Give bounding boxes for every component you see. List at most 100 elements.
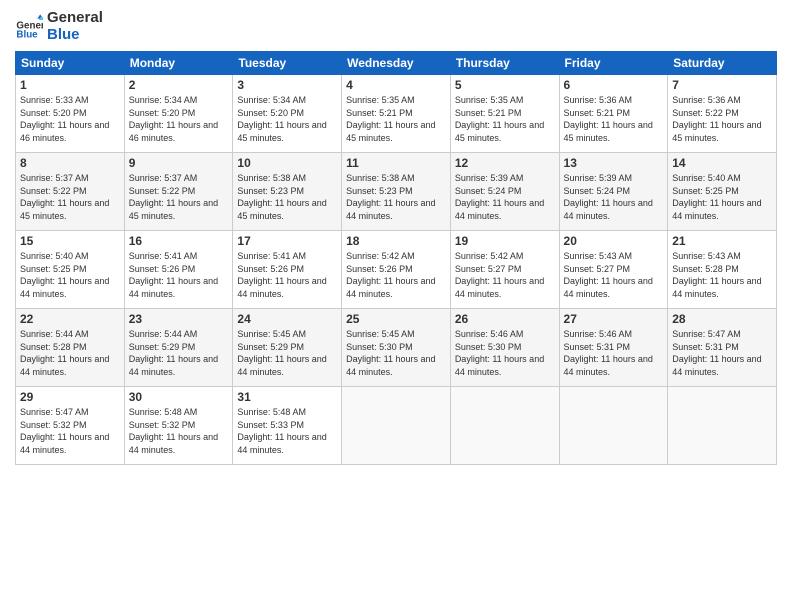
cell-content: Sunrise: 5:41 AMSunset: 5:26 PMDaylight:… xyxy=(237,250,337,300)
calendar-cell: 25 Sunrise: 5:45 AMSunset: 5:30 PMDaylig… xyxy=(342,309,451,387)
calendar-cell: 8 Sunrise: 5:37 AMSunset: 5:22 PMDayligh… xyxy=(16,153,125,231)
day-header-saturday: Saturday xyxy=(668,52,777,75)
cell-content: Sunrise: 5:44 AMSunset: 5:28 PMDaylight:… xyxy=(20,328,120,378)
cell-content: Sunrise: 5:47 AMSunset: 5:32 PMDaylight:… xyxy=(20,406,120,456)
calendar-cell: 2 Sunrise: 5:34 AMSunset: 5:20 PMDayligh… xyxy=(124,75,233,153)
calendar-cell: 29 Sunrise: 5:47 AMSunset: 5:32 PMDaylig… xyxy=(16,387,125,465)
calendar-cell: 15 Sunrise: 5:40 AMSunset: 5:25 PMDaylig… xyxy=(16,231,125,309)
calendar-cell: 24 Sunrise: 5:45 AMSunset: 5:29 PMDaylig… xyxy=(233,309,342,387)
cell-content: Sunrise: 5:45 AMSunset: 5:29 PMDaylight:… xyxy=(237,328,337,378)
week-row-2: 8 Sunrise: 5:37 AMSunset: 5:22 PMDayligh… xyxy=(16,153,777,231)
logo-general: General xyxy=(47,10,103,27)
day-number: 5 xyxy=(455,78,555,92)
calendar-cell xyxy=(668,387,777,465)
day-number: 31 xyxy=(237,390,337,404)
header-row: SundayMondayTuesdayWednesdayThursdayFrid… xyxy=(16,52,777,75)
day-number: 24 xyxy=(237,312,337,326)
cell-content: Sunrise: 5:46 AMSunset: 5:30 PMDaylight:… xyxy=(455,328,555,378)
cell-content: Sunrise: 5:42 AMSunset: 5:26 PMDaylight:… xyxy=(346,250,446,300)
day-number: 21 xyxy=(672,234,772,248)
cell-content: Sunrise: 5:34 AMSunset: 5:20 PMDaylight:… xyxy=(237,94,337,144)
calendar-cell: 20 Sunrise: 5:43 AMSunset: 5:27 PMDaylig… xyxy=(559,231,668,309)
day-number: 28 xyxy=(672,312,772,326)
calendar-table: SundayMondayTuesdayWednesdayThursdayFrid… xyxy=(15,51,777,465)
calendar-cell: 14 Sunrise: 5:40 AMSunset: 5:25 PMDaylig… xyxy=(668,153,777,231)
day-number: 25 xyxy=(346,312,446,326)
logo-blue: Blue xyxy=(47,27,103,44)
day-header-friday: Friday xyxy=(559,52,668,75)
cell-content: Sunrise: 5:39 AMSunset: 5:24 PMDaylight:… xyxy=(455,172,555,222)
day-number: 2 xyxy=(129,78,229,92)
cell-content: Sunrise: 5:43 AMSunset: 5:28 PMDaylight:… xyxy=(672,250,772,300)
day-number: 20 xyxy=(564,234,664,248)
cell-content: Sunrise: 5:37 AMSunset: 5:22 PMDaylight:… xyxy=(129,172,229,222)
day-header-sunday: Sunday xyxy=(16,52,125,75)
cell-content: Sunrise: 5:39 AMSunset: 5:24 PMDaylight:… xyxy=(564,172,664,222)
cell-content: Sunrise: 5:42 AMSunset: 5:27 PMDaylight:… xyxy=(455,250,555,300)
calendar-cell xyxy=(450,387,559,465)
day-number: 19 xyxy=(455,234,555,248)
cell-content: Sunrise: 5:35 AMSunset: 5:21 PMDaylight:… xyxy=(455,94,555,144)
cell-content: Sunrise: 5:46 AMSunset: 5:31 PMDaylight:… xyxy=(564,328,664,378)
week-row-4: 22 Sunrise: 5:44 AMSunset: 5:28 PMDaylig… xyxy=(16,309,777,387)
day-number: 1 xyxy=(20,78,120,92)
day-number: 23 xyxy=(129,312,229,326)
day-number: 7 xyxy=(672,78,772,92)
calendar-cell: 17 Sunrise: 5:41 AMSunset: 5:26 PMDaylig… xyxy=(233,231,342,309)
day-header-tuesday: Tuesday xyxy=(233,52,342,75)
cell-content: Sunrise: 5:35 AMSunset: 5:21 PMDaylight:… xyxy=(346,94,446,144)
page: General Blue General Blue SundayMondayTu… xyxy=(0,0,792,612)
cell-content: Sunrise: 5:34 AMSunset: 5:20 PMDaylight:… xyxy=(129,94,229,144)
day-number: 6 xyxy=(564,78,664,92)
calendar-cell: 11 Sunrise: 5:38 AMSunset: 5:23 PMDaylig… xyxy=(342,153,451,231)
day-number: 9 xyxy=(129,156,229,170)
day-number: 18 xyxy=(346,234,446,248)
cell-content: Sunrise: 5:36 AMSunset: 5:21 PMDaylight:… xyxy=(564,94,664,144)
calendar-cell: 21 Sunrise: 5:43 AMSunset: 5:28 PMDaylig… xyxy=(668,231,777,309)
day-number: 15 xyxy=(20,234,120,248)
day-number: 14 xyxy=(672,156,772,170)
day-number: 8 xyxy=(20,156,120,170)
day-number: 30 xyxy=(129,390,229,404)
day-number: 10 xyxy=(237,156,337,170)
day-number: 16 xyxy=(129,234,229,248)
day-number: 17 xyxy=(237,234,337,248)
calendar-cell: 18 Sunrise: 5:42 AMSunset: 5:26 PMDaylig… xyxy=(342,231,451,309)
day-header-thursday: Thursday xyxy=(450,52,559,75)
cell-content: Sunrise: 5:47 AMSunset: 5:31 PMDaylight:… xyxy=(672,328,772,378)
day-number: 11 xyxy=(346,156,446,170)
calendar-cell: 22 Sunrise: 5:44 AMSunset: 5:28 PMDaylig… xyxy=(16,309,125,387)
calendar-cell: 6 Sunrise: 5:36 AMSunset: 5:21 PMDayligh… xyxy=(559,75,668,153)
cell-content: Sunrise: 5:44 AMSunset: 5:29 PMDaylight:… xyxy=(129,328,229,378)
calendar-cell: 19 Sunrise: 5:42 AMSunset: 5:27 PMDaylig… xyxy=(450,231,559,309)
calendar-cell: 4 Sunrise: 5:35 AMSunset: 5:21 PMDayligh… xyxy=(342,75,451,153)
day-number: 22 xyxy=(20,312,120,326)
svg-text:Blue: Blue xyxy=(16,29,38,40)
day-number: 12 xyxy=(455,156,555,170)
cell-content: Sunrise: 5:48 AMSunset: 5:33 PMDaylight:… xyxy=(237,406,337,456)
cell-content: Sunrise: 5:48 AMSunset: 5:32 PMDaylight:… xyxy=(129,406,229,456)
logo: General Blue General Blue xyxy=(15,10,103,43)
calendar-cell: 23 Sunrise: 5:44 AMSunset: 5:29 PMDaylig… xyxy=(124,309,233,387)
cell-content: Sunrise: 5:40 AMSunset: 5:25 PMDaylight:… xyxy=(672,172,772,222)
cell-content: Sunrise: 5:40 AMSunset: 5:25 PMDaylight:… xyxy=(20,250,120,300)
cell-content: Sunrise: 5:38 AMSunset: 5:23 PMDaylight:… xyxy=(346,172,446,222)
day-number: 13 xyxy=(564,156,664,170)
cell-content: Sunrise: 5:43 AMSunset: 5:27 PMDaylight:… xyxy=(564,250,664,300)
day-number: 29 xyxy=(20,390,120,404)
day-number: 27 xyxy=(564,312,664,326)
calendar-cell: 9 Sunrise: 5:37 AMSunset: 5:22 PMDayligh… xyxy=(124,153,233,231)
calendar-cell: 10 Sunrise: 5:38 AMSunset: 5:23 PMDaylig… xyxy=(233,153,342,231)
cell-content: Sunrise: 5:41 AMSunset: 5:26 PMDaylight:… xyxy=(129,250,229,300)
calendar-cell: 26 Sunrise: 5:46 AMSunset: 5:30 PMDaylig… xyxy=(450,309,559,387)
cell-content: Sunrise: 5:36 AMSunset: 5:22 PMDaylight:… xyxy=(672,94,772,144)
calendar-cell: 31 Sunrise: 5:48 AMSunset: 5:33 PMDaylig… xyxy=(233,387,342,465)
header: General Blue General Blue xyxy=(15,10,777,43)
calendar-cell: 7 Sunrise: 5:36 AMSunset: 5:22 PMDayligh… xyxy=(668,75,777,153)
calendar-cell xyxy=(559,387,668,465)
week-row-5: 29 Sunrise: 5:47 AMSunset: 5:32 PMDaylig… xyxy=(16,387,777,465)
day-number: 3 xyxy=(237,78,337,92)
logo-icon: General Blue xyxy=(15,13,43,41)
cell-content: Sunrise: 5:38 AMSunset: 5:23 PMDaylight:… xyxy=(237,172,337,222)
calendar-cell: 3 Sunrise: 5:34 AMSunset: 5:20 PMDayligh… xyxy=(233,75,342,153)
